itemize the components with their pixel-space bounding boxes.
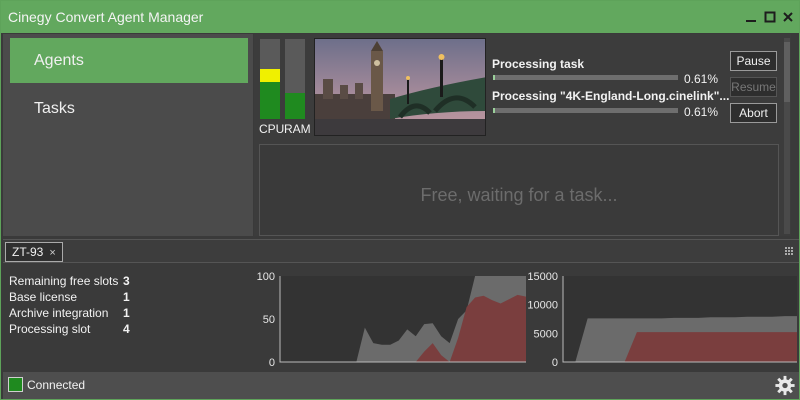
sidebar: Agents Tasks <box>3 34 253 236</box>
agent-panel-scrollbar[interactable] <box>784 38 790 234</box>
file-progress-fill <box>493 108 495 113</box>
throughput-chart: 15000 10000 5000 0 <box>527 271 797 369</box>
agent-panel: CPU RAM Processing task 0.61% Processing… <box>254 34 791 236</box>
detail-label: Processing slot <box>9 322 91 336</box>
sidebar-item-agents[interactable]: Agents <box>10 38 248 83</box>
sidebar-item-label: Tasks <box>34 100 75 117</box>
chart-tick-label: 5000 <box>534 328 558 340</box>
agent-tab-strip: ZT-93 × <box>3 239 799 263</box>
ram-meter <box>285 39 305 119</box>
chart-tick-label: 50 <box>263 314 275 326</box>
chart-tick-label: 0 <box>552 357 558 369</box>
scrollbar-thumb[interactable] <box>784 42 790 102</box>
chart-tick-label: 100 <box>257 271 275 283</box>
connection-status-text: Connected <box>27 378 86 392</box>
chart-tick-label: 15000 <box>527 271 558 283</box>
detail-label: Archive integration <box>9 306 109 320</box>
video-preview <box>314 38 486 136</box>
task-status-title: Processing task <box>492 57 585 71</box>
pause-button[interactable]: Pause <box>730 51 777 71</box>
detail-value: 3 <box>123 274 130 288</box>
detail-label: Remaining free slots <box>9 274 119 288</box>
grip-icon[interactable] <box>785 247 793 255</box>
gear-icon[interactable] <box>773 374 797 397</box>
detail-value: 4 <box>123 322 130 336</box>
load-chart: 100 50 0 <box>257 271 526 369</box>
detail-value: 1 <box>123 306 130 320</box>
connection-status-indicator <box>8 377 23 392</box>
tab-close-icon[interactable]: × <box>49 247 55 259</box>
detail-label: Base license <box>9 290 78 304</box>
cpu-meter-peak <box>260 69 280 82</box>
title-bar[interactable]: Cinegy Convert Agent Manager <box>1 1 799 33</box>
chart-tick-label: 10000 <box>527 300 558 312</box>
file-progress-bar <box>493 108 678 113</box>
cpu-label: CPU <box>259 122 285 136</box>
window-title: Cinegy Convert Agent Manager <box>8 9 204 25</box>
waiting-text: Free, waiting for a task... <box>420 185 618 205</box>
chart-tick-label: 0 <box>269 357 275 369</box>
ram-meter-fill <box>285 93 305 119</box>
task-progress-percent: 0.61% <box>684 72 719 86</box>
file-status-title: Processing "4K-England-Long.cinelink"... <box>492 89 730 103</box>
ram-label: RAM <box>284 122 311 136</box>
task-progress-fill <box>493 75 495 80</box>
sidebar-item-tasks[interactable]: Tasks <box>10 86 248 131</box>
tab-label: ZT-93 <box>12 245 44 259</box>
preview-image <box>315 39 485 135</box>
cpu-meter <box>260 39 280 119</box>
waiting-area: Free, waiting for a task... <box>259 144 779 236</box>
resume-button[interactable]: Resume <box>730 77 777 97</box>
task-progress-bar <box>493 75 678 80</box>
abort-button[interactable]: Abort <box>730 103 777 123</box>
detail-value: 1 <box>123 290 130 304</box>
minimize-icon[interactable] <box>744 10 758 24</box>
close-icon[interactable] <box>781 10 795 24</box>
maximize-icon[interactable] <box>763 10 777 24</box>
tab-agent[interactable]: ZT-93 × <box>5 242 63 262</box>
app-window: Cinegy Convert Agent Manager Agents Task… <box>0 0 800 400</box>
sidebar-item-label: Agents <box>34 52 84 69</box>
agent-details: Remaining free slots 3 Base license 1 Ar… <box>3 264 799 371</box>
status-bar: Connected <box>3 372 799 399</box>
file-progress-percent: 0.61% <box>684 105 719 119</box>
cpu-meter-fill <box>260 82 280 119</box>
